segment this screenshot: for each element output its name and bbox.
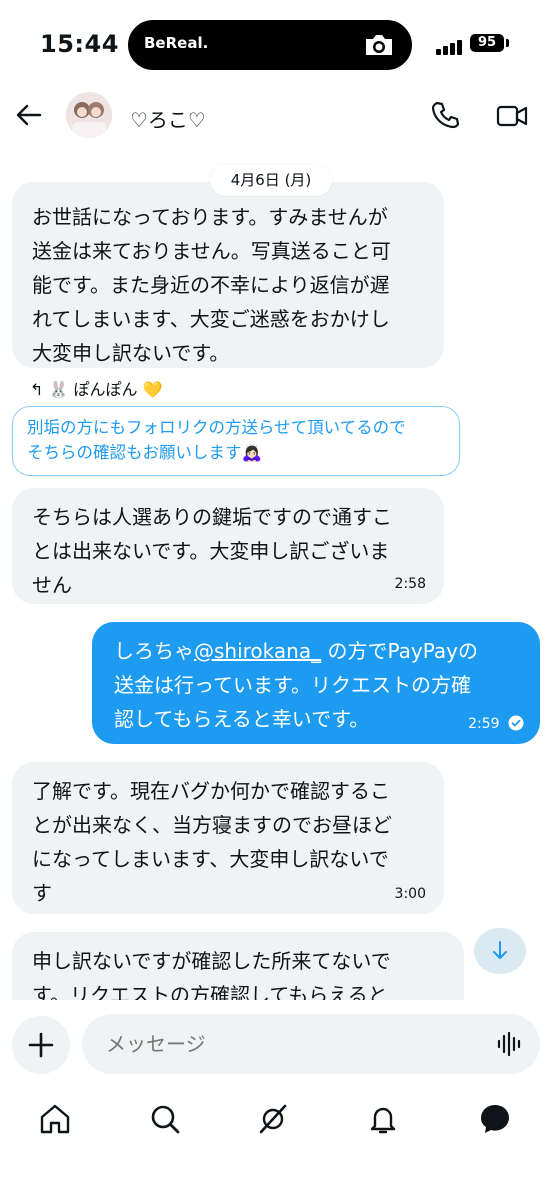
messages-icon[interactable] bbox=[478, 1102, 512, 1136]
message-text: の方でPayPayの bbox=[327, 639, 478, 663]
avatar-image bbox=[66, 92, 112, 138]
message-time: 2:59 bbox=[468, 716, 500, 732]
attach-button[interactable] bbox=[12, 1016, 70, 1074]
grok-icon[interactable] bbox=[256, 1102, 290, 1136]
battery-icon: 95 bbox=[470, 34, 504, 52]
reply-author: 🐰 ぽんぽん 💛 bbox=[48, 380, 163, 399]
dynamic-island[interactable]: BeReal. bbox=[128, 20, 412, 70]
message-bubble-received[interactable]: そちらは人選ありの鍵垢ですので通すこ とは出来ないです。大変申し訳ございま せん… bbox=[12, 488, 444, 604]
quoted-reply[interactable]: 別垢の方にもフォロリクの方送らせて頂いてるので そちらの確認もお願いします🙇🏻‍… bbox=[12, 406, 460, 476]
battery-tip bbox=[506, 39, 509, 47]
message-line: お世話になっております。すみませんが bbox=[32, 205, 388, 229]
date-separator: 4月6日 (月) bbox=[210, 164, 332, 196]
message-line: せん bbox=[32, 573, 72, 597]
message-line: 申し訳ないですが確認した所来てないで bbox=[32, 949, 391, 973]
message-line: 送金は来ておりません。写真送ること可 bbox=[32, 239, 391, 263]
message-line: す bbox=[32, 881, 52, 905]
back-arrow-icon[interactable] bbox=[16, 102, 42, 128]
scroll-to-bottom-button[interactable] bbox=[474, 928, 526, 974]
message-line: 能です。また身近の不幸により返信が遅 bbox=[32, 273, 390, 297]
reply-indicator: ↰ 🐰 ぽんぽん 💛 bbox=[30, 376, 163, 400]
message-text: しろちゃ bbox=[114, 639, 194, 663]
reply-arrow-icon: ↰ bbox=[30, 380, 44, 399]
message-line: しろちゃ@shirokana_ の方でPayPayの bbox=[114, 634, 520, 668]
camera-icon bbox=[366, 35, 392, 55]
message-line: 送金は行っています。リクエストの方確 bbox=[114, 673, 471, 697]
message-time: 2:58 bbox=[394, 576, 426, 592]
message-time: 3:00 bbox=[394, 886, 426, 902]
mention-link[interactable]: @shirokana_ bbox=[194, 639, 321, 663]
plus-icon bbox=[28, 1032, 54, 1058]
avatar[interactable] bbox=[66, 92, 112, 138]
home-icon[interactable] bbox=[38, 1102, 72, 1136]
message-line: 認してもらえると幸いです。 bbox=[114, 707, 370, 731]
voice-message-icon[interactable] bbox=[496, 1030, 524, 1058]
message-line: とは出来ないです。大変申し訳ございま bbox=[32, 539, 390, 563]
message-bubble-received[interactable]: お世話になっております。すみませんが 送金は来ておりません。写真送ること可 能で… bbox=[12, 182, 444, 368]
message-time-with-status: 2:59 bbox=[468, 715, 524, 732]
message-line: とが出来なく、当方寝ますのでお昼ほど bbox=[32, 813, 392, 837]
message-line: 大変申し訳ないです。 bbox=[32, 341, 230, 365]
read-check-icon bbox=[508, 715, 524, 731]
message-bubble-received[interactable]: 了解です。現在バグか何かで確認するこ とが出来なく、当方寝ますのでお昼ほど にな… bbox=[12, 762, 444, 914]
video-call-icon[interactable] bbox=[496, 102, 528, 130]
status-time: 15:44 bbox=[40, 30, 119, 58]
message-bubble-sent[interactable]: しろちゃ@shirokana_ の方でPayPayの 送金は行っています。リクエ… bbox=[92, 622, 540, 744]
message-input[interactable] bbox=[82, 1014, 540, 1074]
phone-icon[interactable] bbox=[430, 100, 460, 130]
message-line: 了解です。現在バグか何かで確認するこ bbox=[32, 779, 390, 803]
notifications-icon[interactable] bbox=[366, 1102, 400, 1136]
quoted-line: そちらの確認もお願いします🙇🏻‍♀️ bbox=[27, 443, 263, 462]
quoted-line: 別垢の方にもフォロリクの方送らせて頂いてるので bbox=[27, 418, 406, 437]
search-icon[interactable] bbox=[148, 1102, 182, 1136]
signal-icon bbox=[436, 36, 464, 55]
island-app-label: BeReal. bbox=[144, 34, 209, 52]
contact-name[interactable]: ♡ろこ♡ bbox=[130, 104, 206, 133]
message-line: になってしまいます、大変申し訳ないで bbox=[32, 847, 389, 871]
message-line: そちらは人選ありの鍵垢ですので通すこ bbox=[32, 505, 392, 529]
message-line: れてしまいます、大変ご迷惑をおかけし bbox=[32, 307, 390, 331]
